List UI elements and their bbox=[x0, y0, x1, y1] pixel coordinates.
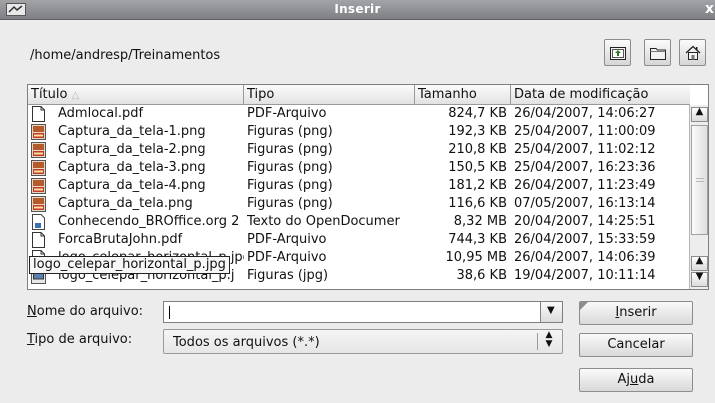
table-row[interactable]: Captura_da_tela-1.png Figuras (png) 192,3 … bbox=[28, 123, 690, 141]
chevron-down-icon: ▼ bbox=[547, 305, 555, 316]
file-date: 26/04/2007, 11:23:49 bbox=[514, 178, 656, 193]
arrow-down-icon: ▼ bbox=[695, 271, 704, 282]
file-date: 20/04/2007, 14:25:51 bbox=[514, 214, 656, 229]
file-type: PDF-Arquivo bbox=[247, 232, 327, 247]
filename-label: Nome do arquivo: bbox=[27, 304, 144, 319]
file-name: Captura_da_tela-4.png bbox=[58, 178, 206, 193]
png-image-icon bbox=[31, 142, 46, 158]
divider bbox=[537, 333, 538, 350]
table-row[interactable]: Captura_da_tela-2.png Figuras (png) 210,8 … bbox=[28, 141, 690, 159]
table-row[interactable]: Captura_da_tela.png Figuras (png) 116,6 KB… bbox=[28, 195, 690, 213]
file-name: Captura_da_tela-1.png bbox=[58, 124, 206, 139]
scroll-thumb[interactable] bbox=[691, 125, 708, 235]
file-type: Figuras (png) bbox=[247, 196, 333, 211]
filename-tooltip: logo_celepar_horizontal_p.jpg bbox=[29, 256, 230, 274]
updown-arrows-icon: ▲ ▼ bbox=[545, 330, 553, 349]
file-type: Figuras (png) bbox=[247, 178, 333, 193]
document-icon bbox=[32, 106, 45, 122]
vertical-scrollbar[interactable]: ▲ ▲ ▼ bbox=[689, 105, 708, 289]
scroll-down-button[interactable]: ▼ bbox=[691, 271, 708, 287]
odt-document-icon bbox=[32, 214, 45, 230]
file-type: PDF-Arquivo bbox=[247, 250, 327, 265]
insert-button[interactable]: Inserir bbox=[579, 301, 693, 325]
arrow-up-icon: ▲ bbox=[695, 106, 704, 117]
filename-input-box[interactable] bbox=[163, 301, 541, 323]
file-date: 25/04/2007, 11:00:09 bbox=[514, 124, 656, 139]
help-button[interactable]: Ajuda bbox=[579, 368, 693, 392]
file-name: Captura_da_tela.png bbox=[58, 196, 193, 211]
file-name: Captura_da_tela-2.png bbox=[58, 142, 206, 157]
default-button-marker bbox=[580, 302, 588, 310]
grip-line bbox=[696, 181, 704, 182]
filetype-select[interactable]: Todos os arquivos (*.*) ▲ ▼ bbox=[163, 329, 563, 354]
level-up-button[interactable] bbox=[604, 39, 631, 66]
file-size: 38,6 KB bbox=[456, 268, 507, 283]
file-name: Captura_da_tela-3.png bbox=[58, 160, 206, 175]
file-size: 744,3 KB bbox=[448, 232, 507, 247]
filename-input[interactable] bbox=[164, 302, 540, 322]
png-image-icon bbox=[31, 160, 46, 176]
file-size: 150,5 KB bbox=[448, 160, 507, 175]
file-date: 19/04/2007, 10:11:14 bbox=[514, 268, 656, 283]
table-row[interactable]: Captura_da_tela-4.png Figuras (png) 181,2 … bbox=[28, 177, 690, 195]
sort-ascending-icon: △ bbox=[71, 90, 80, 101]
filetype-label: Tipo de arquivo: bbox=[27, 332, 133, 347]
arrow-up-icon: ▲ bbox=[695, 255, 704, 266]
file-date: 26/04/2007, 14:06:39 bbox=[514, 250, 656, 265]
file-type: Texto do OpenDocumer bbox=[247, 214, 400, 229]
title-bar[interactable]: Inserir x bbox=[0, 0, 715, 20]
column-header-type[interactable]: Tipo bbox=[244, 85, 415, 105]
filename-history-dropdown[interactable]: ▼ bbox=[541, 301, 563, 323]
home-icon bbox=[685, 45, 701, 60]
table-row[interactable]: Admlocal.pdf PDF-Arquivo 824,7 KB 26/04/200… bbox=[28, 105, 690, 123]
table-row[interactable]: Captura_da_tela-3.png Figuras (png) 150,5 … bbox=[28, 159, 690, 177]
cancel-button[interactable]: Cancelar bbox=[579, 333, 693, 357]
file-type: Figuras (png) bbox=[247, 124, 333, 139]
scroll-up-button[interactable]: ▲ bbox=[691, 106, 708, 122]
file-size: 8,32 MB bbox=[453, 214, 507, 229]
home-button[interactable] bbox=[679, 39, 706, 66]
file-size: 181,2 KB bbox=[448, 178, 507, 193]
column-header-title-label: Título bbox=[31, 87, 68, 102]
file-size: 192,3 KB bbox=[448, 124, 507, 139]
file-size: 210,8 KB bbox=[448, 142, 507, 157]
file-type: Figuras (png) bbox=[247, 160, 333, 175]
file-date: 25/04/2007, 16:23:36 bbox=[514, 160, 656, 175]
close-button[interactable]: x bbox=[705, 1, 715, 18]
file-date: 25/04/2007, 11:02:12 bbox=[514, 142, 656, 157]
column-header-size[interactable]: Tamanho bbox=[415, 85, 511, 105]
file-type: Figuras (jpg) bbox=[247, 268, 329, 283]
document-icon bbox=[32, 232, 45, 248]
new-folder-button[interactable] bbox=[644, 39, 671, 66]
file-date: 07/05/2007, 16:13:14 bbox=[514, 196, 656, 211]
column-header-title[interactable]: Título △ bbox=[28, 85, 244, 105]
file-size: 824,7 KB bbox=[448, 106, 507, 121]
table-row[interactable]: Conhecendo_BROffice.org 2 Texto do OpenDo… bbox=[28, 213, 690, 231]
png-image-icon bbox=[31, 196, 46, 212]
file-date: 26/04/2007, 14:06:27 bbox=[514, 106, 656, 121]
file-size: 116,6 KB bbox=[448, 196, 507, 211]
column-header-date[interactable]: Data de modificação bbox=[511, 85, 690, 105]
current-path: /home/andresp/Treinamentos bbox=[30, 48, 221, 63]
file-date: 26/04/2007, 15:33:59 bbox=[514, 232, 656, 247]
scroll-up-button-lower[interactable]: ▲ bbox=[691, 255, 708, 271]
text-caret bbox=[169, 306, 170, 319]
file-name: Admlocal.pdf bbox=[58, 106, 144, 121]
file-list-header: Título △ Tipo Tamanho Data de modificaçã… bbox=[28, 85, 690, 105]
grip-line bbox=[696, 178, 704, 179]
file-name: Conhecendo_BROffice.org 2 bbox=[58, 214, 240, 229]
file-name: ForcaBrutaJohn.pdf bbox=[58, 232, 183, 247]
file-type: PDF-Arquivo bbox=[247, 106, 327, 121]
file-type: Figuras (png) bbox=[247, 142, 333, 157]
png-image-icon bbox=[31, 178, 46, 194]
new-folder-icon bbox=[650, 48, 666, 60]
window-title: Inserir bbox=[334, 2, 381, 16]
filetype-value: Todos os arquivos (*.*) bbox=[173, 335, 320, 350]
png-image-icon bbox=[31, 124, 46, 140]
file-size: 10,95 MB bbox=[445, 250, 507, 265]
folder-up-icon bbox=[610, 47, 626, 60]
table-row[interactable]: ForcaBrutaJohn.pdf PDF-Arquivo 744,3 KB 26/… bbox=[28, 231, 690, 249]
